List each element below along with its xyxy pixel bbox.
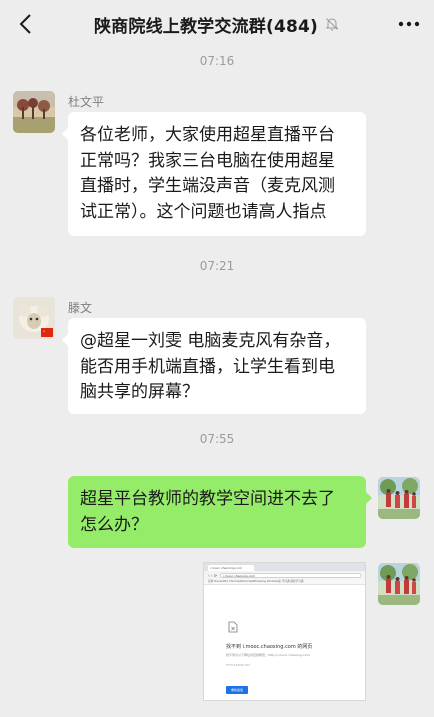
message-bubble[interactable]: 各位老师，大家使用超星直播平台 正常吗？我家三台电脑在使用超星 直播时，学生端没… [62,112,366,236]
message-line: 怎么办？ [80,514,148,535]
broken-page-icon [228,621,238,633]
back-button[interactable] [10,8,40,40]
message-line: 试正常）。这个问题也请高人指点 [80,201,327,222]
avatar-group-photo-image [378,563,420,605]
message-line: 超星平台教师的教学空间进不去了 [80,489,335,509]
browser-bookmarks: 应用 TencentPro Chrome/Robot SafeBrowsing … [204,579,365,585]
message-line: @超星一刘雯 电脑麦克风有杂音， [80,331,341,351]
mute-bell-icon [325,18,339,31]
more-button[interactable] [396,12,422,36]
chat-title: 陕商院线上教学交流群(484) [93,16,319,37]
message-line: 能否用手机端直播，让学生看到电 [80,356,335,377]
avatar-sheep-image [13,297,55,339]
timestamp: 07:55 [199,432,235,446]
browser-url-bar: ‹ › ⟳ i.mooc.chaoxing.com [204,571,365,579]
more-dots-icon [398,21,420,27]
avatar[interactable] [13,91,55,133]
my-avatar[interactable] [378,563,420,605]
message-line: 脑共享的屏幕？ [80,382,199,402]
timestamp: 07:21 [199,259,235,273]
error-description: 找不到与以下网址对应的网页：http://i.mooc.chaoxing.com… [226,653,311,657]
message-line: 各位老师，大家使用超星直播平台 [80,125,335,145]
screenshot-image-message[interactable]: i.mooc.chaoxing.com ‹ › ⟳ i.mooc.chaoxin… [203,562,366,701]
chat-header: 陕商院线上教学交流群(484) [0,0,434,48]
avatar-landscape-image [13,91,55,133]
message-bubble[interactable]: @超星一刘雯 电脑麦克风有杂音， 能否用手机端直播，让学生看到电 脑共享的屏幕？ [62,318,366,414]
message-line: 直播时，学生端没声音（麦克风测 [80,176,335,196]
timestamp: 07:16 [199,54,235,68]
message-bubble-outgoing[interactable]: 超星平台教师的教学空间进不去了 怎么办？ [68,476,372,548]
sender-name: 杜文平 [68,95,105,109]
browser-url: i.mooc.chaoxing.com [220,572,361,578]
avatar-group-photo-image [378,477,420,519]
error-code: HTTP ERROR 404 [226,663,251,667]
browser-tab-bar: i.mooc.chaoxing.com [204,563,365,571]
nav-arrows-icon: ‹ › ⟳ [208,572,218,578]
my-avatar[interactable] [378,477,420,519]
title-group: 陕商院线上教学交流群(484) [94,12,340,37]
avatar[interactable] [13,297,55,339]
reload-button: 重新加载 [226,686,248,694]
error-title: 找不到 i.mooc.chaoxing.com 的网页 [226,644,313,650]
chevron-left-icon [19,14,31,34]
browser-tab: i.mooc.chaoxing.com [208,565,254,571]
sender-name: 滕文 [68,301,93,315]
message-line: 正常吗？我家三台电脑在使用超星 [80,150,335,171]
